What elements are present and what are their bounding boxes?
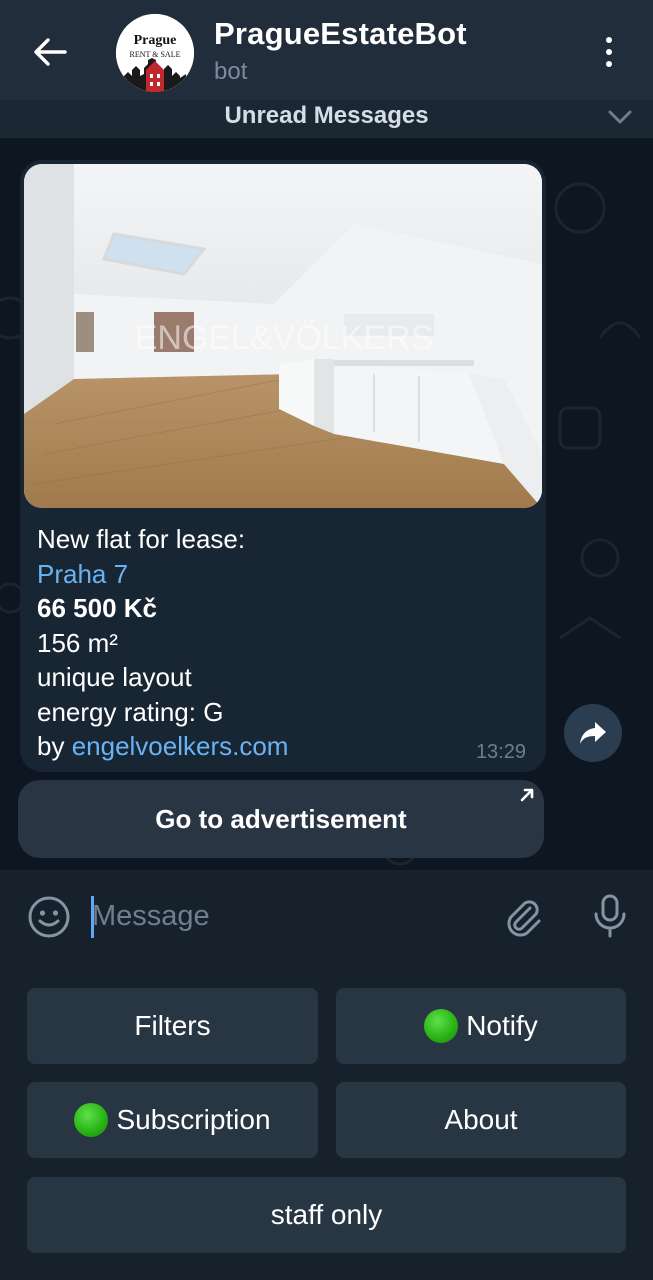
chat-area: ENGEL&VÖLKERS New flat for lease: Praha … xyxy=(0,138,653,870)
filters-button[interactable]: Filters xyxy=(27,988,318,1064)
source-line: by engelvoelkers.com xyxy=(37,729,527,764)
ad-button-label: Go to advertisement xyxy=(155,803,407,834)
about-button[interactable]: About xyxy=(336,1082,626,1158)
message-bubble[interactable]: ENGEL&VÖLKERS New flat for lease: Praha … xyxy=(20,160,546,772)
external-link-icon xyxy=(520,788,534,802)
chat-title[interactable]: PragueEstateBot xyxy=(214,16,467,52)
message-intro: New flat for lease: xyxy=(37,524,246,554)
share-arrow-icon xyxy=(580,722,606,744)
green-circle-icon xyxy=(74,1103,109,1137)
subscription-label: Subscription xyxy=(116,1104,271,1135)
forward-button[interactable] xyxy=(564,704,622,762)
subscription-button[interactable]: Subscription xyxy=(27,1082,318,1158)
area-text: 156 m² xyxy=(37,627,118,658)
bot-avatar[interactable]: Prague RENT & SALE xyxy=(116,14,194,92)
flat-photo[interactable]: ENGEL&VÖLKERS xyxy=(24,164,542,508)
paperclip-icon[interactable] xyxy=(500,894,546,940)
more-vertical-icon xyxy=(606,37,612,43)
unread-label: Unread Messages xyxy=(224,102,429,129)
bot-keyboard: Filters Notify Subscription About staff … xyxy=(0,962,653,1280)
message-input[interactable] xyxy=(92,890,482,942)
staff-only-button[interactable]: staff only xyxy=(27,1177,626,1253)
flat-photo-image: ENGEL&VÖLKERS xyxy=(24,164,542,508)
energy-rating-text: energy rating: G xyxy=(37,696,224,727)
message-text: New flat for lease: Praha 7 66 500 Kč 15… xyxy=(37,522,527,764)
price-text: 66 500 Kč xyxy=(37,593,157,623)
source-prefix: by xyxy=(37,731,72,761)
district-link[interactable]: Praha 7 xyxy=(37,557,527,592)
microphone-icon[interactable] xyxy=(588,892,632,940)
go-to-advertisement-button[interactable]: Go to advertisement xyxy=(18,780,544,858)
notify-label: Notify xyxy=(466,1010,538,1041)
notify-button[interactable]: Notify xyxy=(336,988,626,1064)
svg-text:RENT & SALE: RENT & SALE xyxy=(130,50,181,59)
text-cursor xyxy=(91,896,94,938)
source-link[interactable]: engelvoelkers.com xyxy=(72,731,289,761)
chat-subtitle: bot xyxy=(214,58,248,85)
about-label: About xyxy=(444,1104,518,1135)
back-button[interactable] xyxy=(22,28,78,76)
chat-header: Prague RENT & SALE PragueEstateBot bot xyxy=(0,0,653,100)
green-circle-icon xyxy=(424,1009,459,1043)
arrow-left-icon xyxy=(34,38,67,66)
prague-logo: Prague RENT & SALE xyxy=(116,14,194,92)
staff-only-label: staff only xyxy=(270,1199,383,1230)
photo-watermark: ENGEL&VÖLKERS xyxy=(135,319,434,357)
emoji-icon[interactable] xyxy=(26,894,72,940)
svg-text:Prague: Prague xyxy=(134,33,177,48)
message-time: 13:29 xyxy=(475,741,526,763)
unread-messages-bar: Unread Messages xyxy=(0,100,653,138)
filters-label: Filters xyxy=(134,1010,211,1041)
chevron-down-icon[interactable] xyxy=(607,106,633,128)
more-menu-button[interactable] xyxy=(587,30,631,74)
layout-text: unique layout xyxy=(37,662,192,692)
message-composer xyxy=(0,870,653,962)
